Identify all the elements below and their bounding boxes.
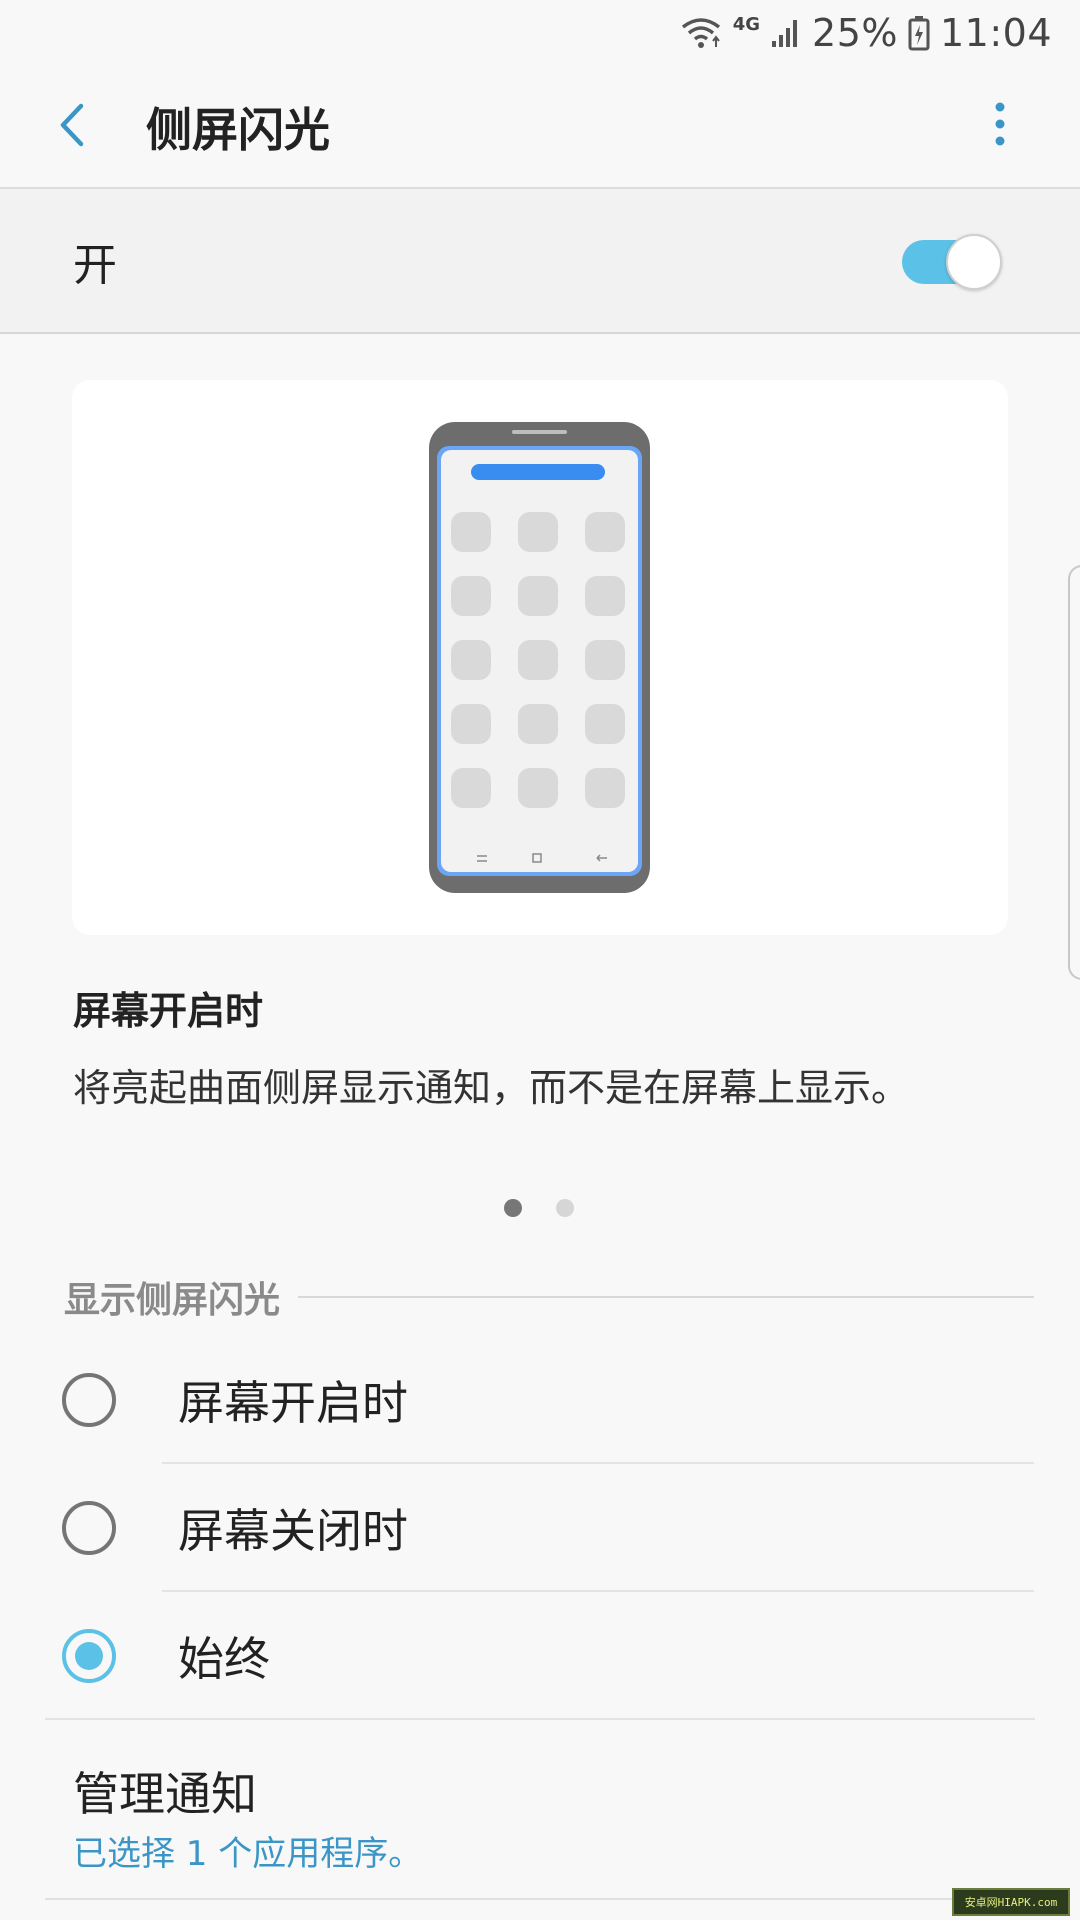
preview-card[interactable] — [72, 380, 1008, 935]
option-label: 始终 — [178, 1632, 270, 1686]
radio-always[interactable] — [62, 1629, 116, 1683]
description-title: 屏幕开启时 — [73, 989, 264, 1033]
page-dot-1[interactable] — [504, 1199, 522, 1217]
master-switch-row[interactable]: 开 — [0, 189, 1080, 332]
page-indicator — [504, 1199, 574, 1217]
option-screen-off[interactable]: 屏幕关闭时 — [0, 1464, 1080, 1592]
signal-icon — [770, 17, 802, 49]
manage-notifications-title: 管理通知 — [73, 1767, 257, 1821]
option-screen-on[interactable]: 屏幕开启时 — [0, 1336, 1080, 1464]
row-divider — [45, 1718, 1035, 1720]
edge-panel-handle[interactable] — [1068, 565, 1080, 980]
back-button[interactable] — [22, 77, 122, 177]
radio-screen-on[interactable] — [62, 1373, 116, 1427]
more-vert-icon — [994, 102, 1006, 150]
section-header: 显示侧屏闪光 — [64, 1275, 1034, 1321]
battery-icon — [908, 15, 930, 51]
phone-illustration — [429, 422, 650, 893]
page-title: 侧屏闪光 — [146, 103, 330, 157]
master-divider — [0, 332, 1080, 334]
manage-notifications-subtitle: 已选择 1 个应用程序。 — [73, 1834, 423, 1874]
radio-screen-off[interactable] — [62, 1501, 116, 1555]
wifi-icon — [679, 15, 723, 51]
master-toggle[interactable] — [902, 234, 1002, 290]
back-arrow-icon — [57, 102, 87, 152]
status-bar: 4G 25% 11:04 — [0, 0, 1080, 66]
network-type: 4G — [732, 14, 761, 35]
page-dot-2[interactable] — [556, 1199, 574, 1217]
section-header-label: 显示侧屏闪光 — [64, 1280, 281, 1321]
section-header-line — [298, 1296, 1034, 1298]
bottom-divider — [45, 1898, 1035, 1900]
app-bar: 侧屏闪光 — [0, 66, 1080, 188]
option-label: 屏幕开启时 — [178, 1376, 408, 1430]
toggle-knob — [946, 234, 1002, 290]
option-always[interactable]: 始终 — [0, 1592, 1080, 1720]
more-options-button[interactable] — [960, 86, 1040, 166]
watermark-logo: 安卓网HIAPK.com — [952, 1888, 1070, 1916]
clock: 11:04 — [939, 11, 1052, 55]
option-label: 屏幕关闭时 — [178, 1504, 408, 1558]
battery-percent: 25% — [812, 11, 898, 55]
master-switch-label: 开 — [73, 239, 117, 291]
description-text: 将亮起曲面侧屏显示通知，而不是在屏幕上显示。 — [73, 1066, 910, 1110]
